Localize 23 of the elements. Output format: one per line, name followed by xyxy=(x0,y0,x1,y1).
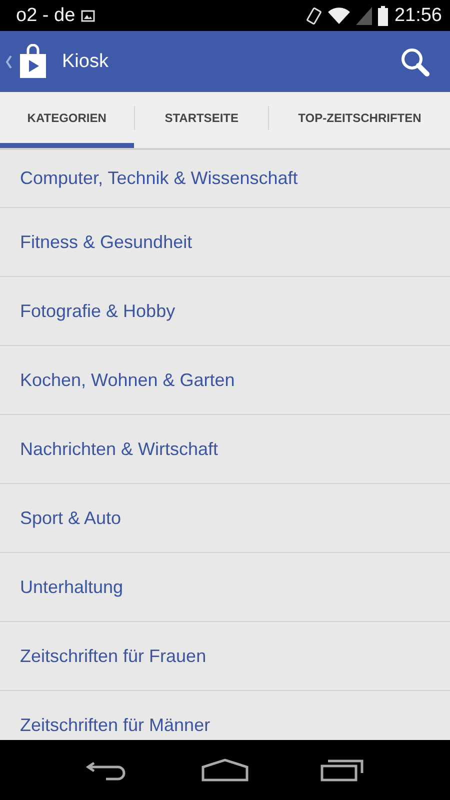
carrier-name: o2 - de xyxy=(16,4,76,26)
category-item[interactable]: Fitness & Gesundheit xyxy=(20,232,192,252)
category-item[interactable]: Nachrichten & Wirtschaft xyxy=(20,438,218,460)
category-item[interactable]: Fotografie & Hobby xyxy=(20,300,176,322)
home-icon[interactable] xyxy=(200,758,249,782)
app-title: Kiosk xyxy=(62,50,108,72)
recent-apps-icon[interactable] xyxy=(320,758,364,782)
tab[interactable]: TOP-ZEITSCHRIFTEN xyxy=(269,92,450,148)
category-item[interactable]: Sport & Auto xyxy=(20,508,122,528)
tab[interactable]: STARTSEITE xyxy=(134,92,268,148)
category-item[interactable]: Computer, Technik & Wissenschaft xyxy=(20,168,298,189)
phone-vibrate-icon xyxy=(306,6,322,26)
category-item[interactable]: Kochen, Wohnen & Garten xyxy=(20,370,235,390)
image-icon xyxy=(81,10,96,22)
category-item[interactable]: Zeitschriften für Frauen xyxy=(20,646,206,666)
signal-icon xyxy=(356,6,372,24)
battery-icon xyxy=(378,6,388,26)
search-icon[interactable] xyxy=(400,46,430,76)
tab[interactable]: KATEGORIEN xyxy=(0,92,134,148)
category-item[interactable]: Zeitschriften für Männer xyxy=(20,714,210,736)
clock-time: 21:56 xyxy=(394,4,442,26)
wifi-icon xyxy=(328,6,350,24)
category-item[interactable]: Unterhaltung xyxy=(20,576,124,598)
